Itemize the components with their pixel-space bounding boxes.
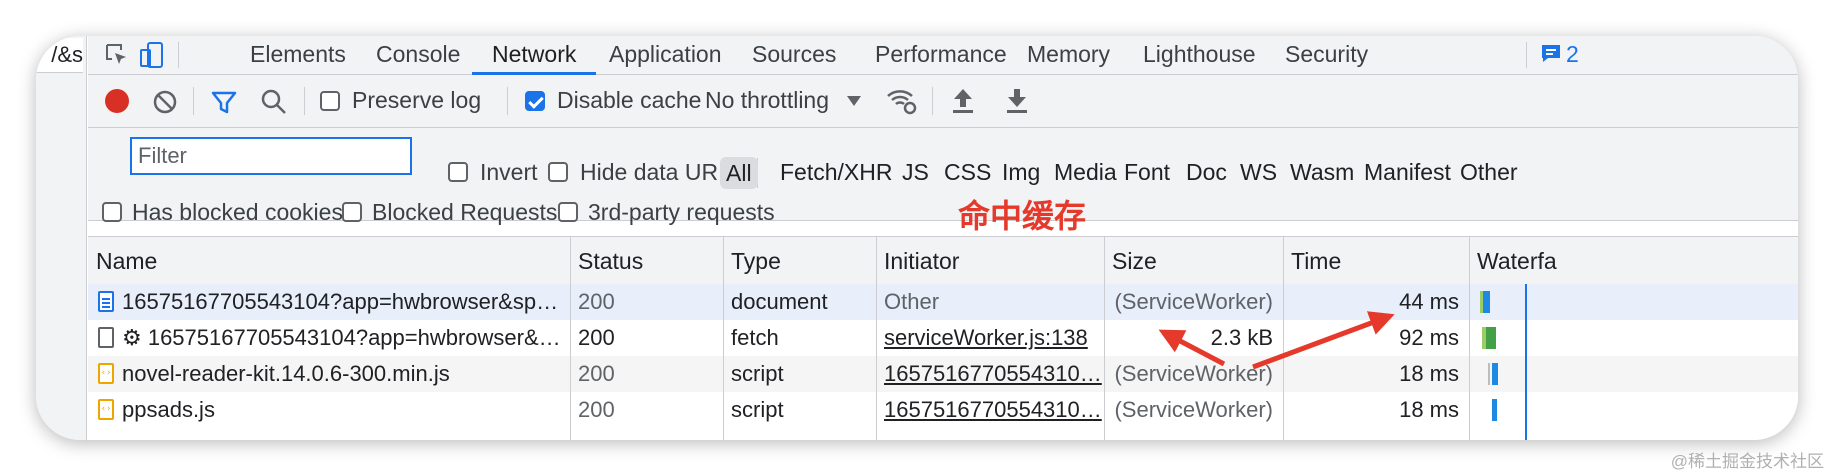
has-blocked-cookies-label: Has blocked cookies <box>132 199 343 225</box>
tab-network[interactable]: Network <box>471 36 597 75</box>
preserve-log-label: Preserve log <box>352 87 482 113</box>
devtools-panel: Elements Console Network Application Sou… <box>88 36 1798 440</box>
tab-application[interactable]: Application <box>609 36 722 74</box>
filter-icon <box>211 91 237 114</box>
has-blocked-cookies-checkbox[interactable] <box>102 202 122 222</box>
upload-icon <box>953 89 973 113</box>
tab-divider <box>1526 42 1527 68</box>
chevron-down-icon <box>847 96 861 106</box>
type-filter-ws[interactable]: WS <box>1240 159 1277 186</box>
devtools-window: /&s Elements Console Network Application… <box>36 36 1798 440</box>
export-har-button[interactable] <box>1005 87 1029 115</box>
invert-label: Invert <box>480 159 538 185</box>
network-toolbar: Preserve log Disable cache No throttling <box>88 75 1798 128</box>
type-filter-wasm[interactable]: Wasm <box>1290 159 1354 186</box>
hide-data-urls-label: Hide data URLs <box>580 159 743 185</box>
preserve-log-checkbox[interactable] <box>320 91 340 111</box>
page-content-strip: /&s <box>36 36 87 440</box>
type-filter-js[interactable]: JS <box>902 159 929 186</box>
throttling-select[interactable]: No throttling <box>705 82 881 120</box>
tab-security[interactable]: Security <box>1285 36 1368 74</box>
page-text-fragment: /&s <box>36 38 83 73</box>
wifi-settings-icon <box>887 90 917 115</box>
invert-checkbox[interactable] <box>448 162 468 182</box>
tab-memory[interactable]: Memory <box>1027 36 1110 74</box>
filter-input[interactable] <box>130 137 412 175</box>
toolbar-divider <box>507 87 508 115</box>
disable-cache-checkbox[interactable] <box>525 91 545 111</box>
type-filter-manifest[interactable]: Manifest <box>1364 159 1451 186</box>
arrow-to-time <box>1252 311 1395 370</box>
search-button[interactable] <box>260 88 288 116</box>
type-filter-img[interactable]: Img <box>1002 159 1040 186</box>
toolbar-divider <box>304 87 305 115</box>
requests-table: Name Status Type Initiator Size Time Wat… <box>88 236 1798 440</box>
issues-count: 2 <box>1566 41 1579 67</box>
record-button[interactable] <box>104 88 130 114</box>
tab-performance[interactable]: Performance <box>875 36 1007 74</box>
tab-lighthouse[interactable]: Lighthouse <box>1143 36 1256 74</box>
blocked-requests-label: Blocked Requests <box>372 199 558 225</box>
third-party-requests-checkbox[interactable] <box>558 202 578 222</box>
type-filter-other[interactable]: Other <box>1460 159 1518 186</box>
clear-icon <box>153 90 177 114</box>
type-filter-media[interactable]: Media <box>1054 159 1117 186</box>
watermark: @稀土掘金技术社区 <box>1670 452 1824 471</box>
third-party-requests-label: 3rd-party requests <box>588 199 775 225</box>
toolbar-divider <box>932 87 933 115</box>
issues-button[interactable]: 2 <box>1540 39 1600 69</box>
device-toolbar-icon[interactable] <box>138 40 166 70</box>
type-filter-font[interactable]: Font <box>1124 159 1170 186</box>
type-filter-fetch-xhr[interactable]: Fetch/XHR <box>780 159 892 186</box>
toolbar-divider <box>193 87 194 115</box>
search-icon <box>261 89 286 114</box>
cache-hit-annotation: 命中缓存 <box>958 198 1087 234</box>
clear-button[interactable] <box>152 89 178 115</box>
disable-cache-label: Disable cache <box>557 87 702 113</box>
hide-data-urls-checkbox[interactable] <box>548 162 568 182</box>
annotation-arrows <box>1158 311 1395 370</box>
arrow-to-size <box>1158 329 1226 367</box>
type-filter-doc[interactable]: Doc <box>1186 159 1227 186</box>
devtools-tab-bar: Elements Console Network Application Sou… <box>88 36 1798 75</box>
tab-divider <box>178 42 179 68</box>
tab-console[interactable]: Console <box>376 36 460 74</box>
record-icon <box>105 89 129 113</box>
type-filter-all[interactable]: All <box>720 157 758 189</box>
tab-elements[interactable]: Elements <box>250 36 346 74</box>
inspect-element-icon[interactable] <box>104 42 130 68</box>
network-conditions-button[interactable] <box>886 86 918 116</box>
tab-sources[interactable]: Sources <box>752 36 836 74</box>
type-filter-css[interactable]: CSS <box>944 159 991 186</box>
issues-icon <box>1542 45 1560 62</box>
blocked-requests-checkbox[interactable] <box>342 202 362 222</box>
download-icon <box>1007 89 1027 113</box>
import-har-button[interactable] <box>951 87 975 115</box>
throttling-value: No throttling <box>705 87 830 113</box>
filter-toggle[interactable] <box>210 88 238 116</box>
